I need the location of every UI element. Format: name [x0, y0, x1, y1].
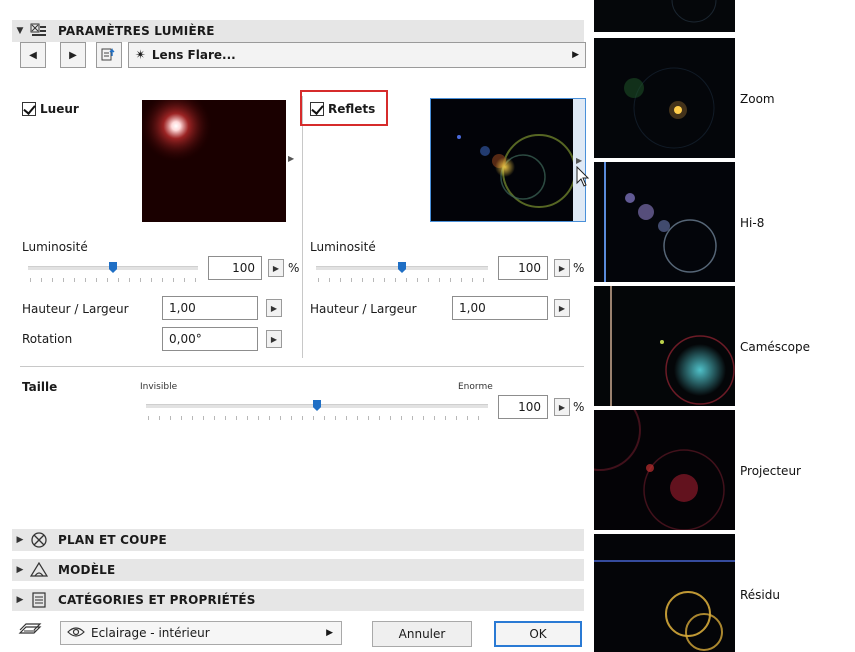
- light-params-icon: [28, 22, 50, 40]
- size-input[interactable]: 100: [498, 395, 548, 419]
- reflections-height-width-input[interactable]: 1,00: [452, 296, 548, 320]
- triangle-right-icon: ▶: [558, 303, 566, 313]
- preset-label-hi8: Hi-8: [740, 216, 765, 230]
- section-label: CATÉGORIES ET PROPRIÉTÉS: [58, 593, 256, 607]
- collapse-icon: ▼: [16, 26, 24, 36]
- size-max-label: Enorme: [458, 382, 493, 392]
- preset-thumbnails-panel: [594, 0, 735, 652]
- section-label: PLAN ET COUPE: [58, 533, 167, 547]
- checkbox-box: [22, 102, 36, 116]
- preset-thumbnail-partial[interactable]: [594, 0, 735, 32]
- triangle-right-icon: ▶: [558, 263, 566, 273]
- section-categories-proprietes[interactable]: ▶ CATÉGORIES ET PROPRIÉTÉS: [12, 589, 584, 611]
- glow-brightness-ticks: [30, 278, 196, 282]
- cancel-button[interactable]: Annuler: [372, 621, 472, 647]
- section-plan-et-coupe[interactable]: ▶ PLAN ET COUPE: [12, 529, 584, 551]
- glow-height-width-label: Hauteur / Largeur: [22, 302, 129, 316]
- reflections-brightness-unit: %: [573, 261, 585, 275]
- triangle-right-icon: ▶: [270, 303, 278, 313]
- eye-icon: [67, 626, 85, 641]
- size-divider: [20, 366, 584, 367]
- column-divider: [302, 96, 303, 358]
- glow-rotation-stepper[interactable]: ▶: [266, 330, 282, 348]
- glow-rotation-label: Rotation: [22, 332, 73, 346]
- reflections-preview-arrow-icon[interactable]: ▶: [576, 156, 582, 165]
- preset-label-camescope: Caméscope: [740, 340, 810, 354]
- preset-thumbnail-residu[interactable]: [594, 534, 735, 652]
- reflections-preview: [430, 98, 586, 222]
- section-label: MODÈLE: [58, 563, 116, 577]
- size-label: Taille: [22, 380, 58, 394]
- size-min-label: Invisible: [140, 382, 178, 392]
- glow-preview-arrow-icon[interactable]: ▶: [288, 154, 294, 163]
- expand-icon: ▶: [16, 565, 24, 575]
- triangle-right-icon: ▶: [558, 402, 566, 412]
- arrow-right-icon: ▶: [69, 49, 77, 61]
- chevron-right-icon: ▶: [326, 628, 333, 638]
- next-button[interactable]: ▶: [60, 42, 86, 68]
- reflections-preview-image: [431, 99, 585, 221]
- highlight-box: [300, 90, 388, 126]
- section-title: PARAMÈTRES LUMIÈRE: [58, 24, 215, 38]
- export-settings-button[interactable]: [96, 42, 122, 68]
- export-icon: [101, 47, 117, 64]
- section-modele[interactable]: ▶ MODÈLE: [12, 559, 584, 581]
- triangle-right-icon: ▶: [272, 263, 280, 273]
- glow-checkbox-label: Lueur: [40, 102, 79, 116]
- preset-label-projecteur: Projecteur: [740, 464, 801, 478]
- favorites-dropdown[interactable]: Eclairage - intérieur ▶: [60, 621, 342, 645]
- reflections-brightness-input[interactable]: 100: [498, 256, 548, 280]
- layers-icon[interactable]: [18, 621, 42, 642]
- preset-thumbnail-hi8[interactable]: [594, 162, 735, 282]
- arrow-left-icon: ◀: [29, 49, 37, 61]
- ok-button[interactable]: OK: [494, 621, 582, 647]
- reflections-brightness-stepper[interactable]: ▶: [554, 259, 570, 277]
- reflections-height-width-label: Hauteur / Largeur: [310, 302, 417, 316]
- favorites-label: Eclairage - intérieur: [91, 626, 210, 640]
- glow-preview: [140, 90, 286, 222]
- chevron-right-icon: ▶: [572, 50, 579, 60]
- preset-thumbnail-camescope[interactable]: [594, 286, 735, 406]
- glow-brightness-label: Luminosité: [22, 240, 88, 254]
- reflections-brightness-ticks: [318, 278, 486, 282]
- expand-icon: ▶: [16, 535, 24, 545]
- sparkle-icon: ✴: [135, 47, 146, 63]
- glow-brightness-stepper[interactable]: ▶: [268, 259, 284, 277]
- reflections-height-width-stepper[interactable]: ▶: [554, 299, 570, 317]
- glow-checkbox[interactable]: Lueur: [22, 102, 79, 116]
- glow-height-width-input[interactable]: 1,00: [162, 296, 258, 320]
- glow-height-width-stepper[interactable]: ▶: [266, 299, 282, 317]
- preset-label-residu: Résidu: [740, 588, 780, 602]
- glow-preview-image: [140, 90, 286, 222]
- light-settings-window: ▼ PARAMÈTRES LUMIÈRE ◀ ▶ ✴ Lens Flare...…: [0, 0, 855, 652]
- preset-label-zoom: Zoom: [740, 92, 775, 106]
- expand-icon: ▶: [16, 595, 24, 605]
- glow-brightness-unit: %: [288, 261, 300, 275]
- triangle-right-icon: ▶: [270, 334, 278, 344]
- previous-button[interactable]: ◀: [20, 42, 46, 68]
- size-unit: %: [573, 400, 585, 414]
- mouse-cursor-icon: [576, 165, 590, 191]
- effect-selector[interactable]: ✴ Lens Flare... ▶: [128, 42, 586, 68]
- reflections-brightness-label: Luminosité: [310, 240, 376, 254]
- light-settings-header[interactable]: ▼ PARAMÈTRES LUMIÈRE: [12, 20, 584, 42]
- glow-brightness-input[interactable]: 100: [208, 256, 262, 280]
- glow-rotation-input[interactable]: 0,00°: [162, 327, 258, 351]
- size-stepper[interactable]: ▶: [554, 398, 570, 416]
- preset-thumbnail-zoom[interactable]: [594, 38, 735, 158]
- lamp-icon: [28, 561, 50, 579]
- document-icon: [28, 591, 50, 609]
- size-ticks: [148, 416, 486, 420]
- effect-label: Lens Flare...: [151, 48, 236, 62]
- preset-thumbnail-projecteur[interactable]: [594, 410, 735, 530]
- crossed-circle-icon: [28, 531, 50, 549]
